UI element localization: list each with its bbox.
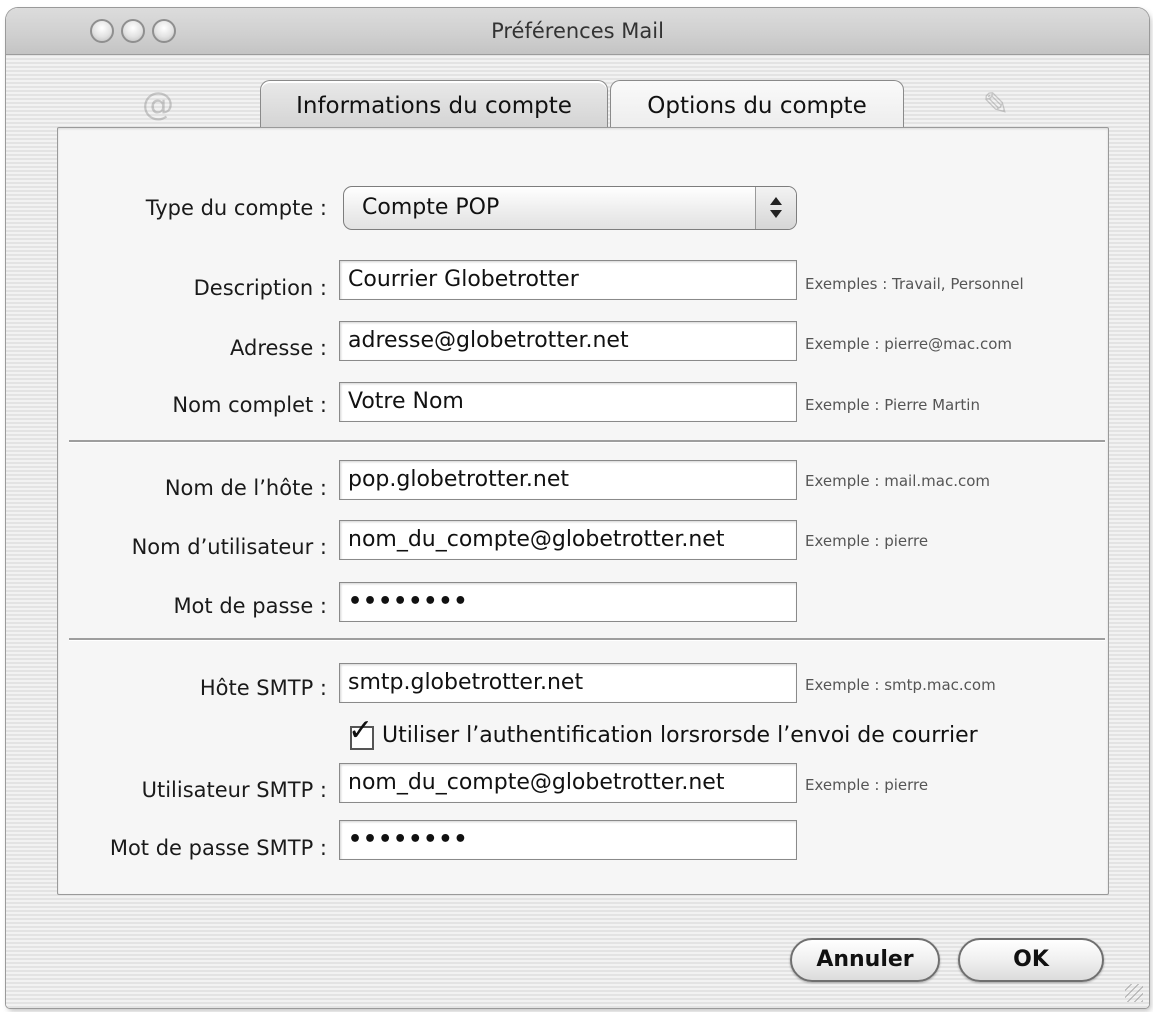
smtp-host-label: Hôte SMTP :	[199, 676, 327, 700]
description-label: Description :	[193, 276, 327, 300]
preferences-window: Préférences Mail @ ✎ Informations du com…	[6, 8, 1149, 1008]
account-type-value: Compte POP	[362, 195, 500, 220]
auth-checkbox-label[interactable]: Utiliser l’authentification lorsrorsde l…	[382, 723, 978, 748]
tab-account-info[interactable]: Informations du compte	[260, 80, 608, 130]
smtp-password-field[interactable]: ••••••••	[339, 820, 797, 860]
description-field[interactable]: Courrier Globetrotter	[339, 260, 797, 300]
smtp-user-hint: Exemple : pierre	[805, 776, 929, 794]
username-hint: Exemple : pierre	[805, 532, 929, 550]
section-divider	[69, 638, 1105, 641]
resize-grip-icon[interactable]	[1125, 984, 1143, 1002]
smtp-user-field[interactable]: nom_du_compte@globetrotter.net	[339, 763, 797, 803]
rules-toolbar-icon[interactable]: ✎	[970, 84, 1022, 124]
account-type-popup[interactable]: Compte POP	[343, 186, 797, 230]
accounts-toolbar-icon[interactable]: @	[132, 84, 184, 124]
tab-account-options-label: Options du compte	[647, 93, 867, 119]
smtp-password-label: Mot de passe SMTP :	[109, 836, 327, 860]
tab-account-info-label: Informations du compte	[296, 93, 572, 119]
smtp-host-hint: Exemple : smtp.mac.com	[805, 676, 996, 694]
section-divider	[69, 440, 1105, 443]
ok-button[interactable]: OK	[958, 938, 1104, 982]
fullname-label: Nom complet :	[172, 393, 327, 417]
title-bar: Préférences Mail	[6, 8, 1149, 55]
address-label: Adresse :	[230, 336, 327, 360]
smtp-host-field[interactable]: smtp.globetrotter.net	[339, 663, 797, 703]
checkmark-icon: ✓	[348, 713, 374, 748]
fullname-hint: Exemple : Pierre Martin	[805, 396, 980, 414]
password-label: Mot de passe :	[173, 594, 327, 618]
host-hint: Exemple : mail.mac.com	[805, 472, 991, 490]
description-hint: Exemples : Travail, Personnel	[805, 275, 1024, 293]
fullname-field[interactable]: Votre Nom	[339, 382, 797, 422]
popup-arrows-icon	[755, 187, 796, 229]
tab-account-options[interactable]: Options du compte	[610, 80, 904, 130]
cancel-button[interactable]: Annuler	[790, 938, 940, 982]
address-hint: Exemple : pierre@mac.com	[805, 335, 1012, 353]
username-field[interactable]: nom_du_compte@globetrotter.net	[339, 520, 797, 560]
host-label: Nom de l’hôte :	[164, 476, 327, 500]
address-field[interactable]: adresse@globetrotter.net	[339, 321, 797, 361]
account-type-label: Type du compte :	[145, 196, 327, 220]
smtp-user-label: Utilisateur SMTP :	[141, 778, 327, 802]
username-label: Nom d’utilisateur :	[131, 535, 327, 559]
window-title: Préférences Mail	[491, 19, 664, 43]
host-field[interactable]: pop.globetrotter.net	[339, 460, 797, 500]
password-field[interactable]: ••••••••	[339, 582, 797, 622]
